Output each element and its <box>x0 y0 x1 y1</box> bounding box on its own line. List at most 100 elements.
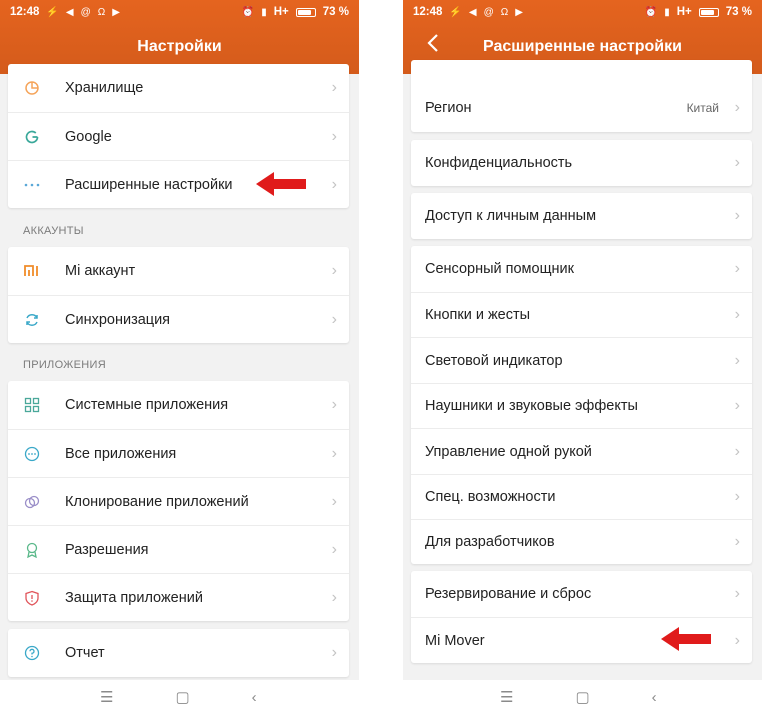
list-item-accessibility[interactable]: Спец. возможности › <box>411 474 752 519</box>
list-item-touch-assistant[interactable]: Сенсорный помощник › <box>411 246 752 292</box>
list-item-label: Световой индикатор <box>425 352 563 369</box>
list-item-label: Отчет <box>65 645 105 661</box>
chevron-right-icon: › <box>331 444 337 462</box>
chevron-right-icon: › <box>734 154 740 171</box>
settings-group-report: Отчет › <box>8 629 349 677</box>
mail-icon: @ <box>483 6 494 18</box>
back-icon[interactable]: ‹ <box>252 689 257 706</box>
list-item-label: Регион <box>425 100 472 116</box>
alarm-icon: ⏰ <box>644 6 658 18</box>
list-item-report[interactable]: Отчет › <box>8 629 349 677</box>
page-title: Расширенные настройки <box>483 38 682 55</box>
red-arrow-annotation <box>256 172 306 196</box>
alarm-icon: ⏰ <box>241 6 255 18</box>
list-item-label: Расширенные настройки <box>65 176 233 193</box>
list-item-one-handed[interactable]: Управление одной рукой › <box>411 428 752 474</box>
settings-group-apps: Системные приложения › Все приложения › … <box>8 381 349 621</box>
red-arrow-annotation <box>661 627 711 651</box>
list-item-label: Конфиденциальность <box>425 155 573 171</box>
signal-icon: ▮ <box>664 6 670 18</box>
dots-icon <box>22 175 42 195</box>
list-item-personal-data[interactable]: Доступ к личным данным › <box>411 193 752 239</box>
clone-icon <box>22 492 42 512</box>
chevron-right-icon: › <box>734 207 740 224</box>
list-item-label: Для разработчиков <box>425 534 555 550</box>
list-item-label: Разрешения <box>65 541 149 558</box>
list-item-label: Защита приложений <box>65 589 203 606</box>
system-nav-bar: ☰ ▢ ‹ <box>100 682 257 712</box>
list-item-backup-reset[interactable]: Резервирование и сброс › <box>411 571 752 617</box>
list-item-buttons-gestures[interactable]: Кнопки и жесты › <box>411 292 752 337</box>
list-item-storage[interactable]: Хранилище › <box>8 64 349 112</box>
back-icon[interactable]: ‹ <box>652 689 657 706</box>
chevron-right-icon: › <box>734 533 740 550</box>
signal-icon: ▮ <box>261 6 267 18</box>
network-type: H+ <box>273 6 289 18</box>
list-item-label: Все приложения <box>65 445 177 462</box>
chevron-right-icon: › <box>331 310 337 328</box>
play-icon: ▶ <box>515 6 523 18</box>
list-item-label: Синхронизация <box>65 311 171 328</box>
battery-percent: 73 % <box>322 6 349 18</box>
region-value: Китай <box>686 101 719 115</box>
settings-screen: 12:48 ⚡ ◀ @ Ω ▶ ⏰ ▮ H+ 73 % Настройки Хр… <box>0 0 359 680</box>
system-nav-bar: ☰ ▢ ‹ <box>500 682 657 712</box>
list-item-privacy[interactable]: Конфиденциальность › <box>411 140 752 186</box>
status-bar: 12:48 ⚡ ◀ @ Ω ▶ ⏰ ▮ H+ 73 % <box>403 0 762 24</box>
list-item-all-apps[interactable]: Все приложения › <box>8 429 349 477</box>
settings-group-privacy: Конфиденциальность › <box>411 140 752 186</box>
chevron-right-icon: › <box>331 588 337 606</box>
network-type: H+ <box>676 6 692 18</box>
list-item-label: Хранилище <box>65 80 144 96</box>
list-item-region[interactable]: Регион Китай › <box>411 84 752 132</box>
mail-icon: @ <box>80 6 91 18</box>
chevron-right-icon: › <box>734 631 740 649</box>
list-item-label: Системные приложения <box>65 397 229 413</box>
chevron-right-icon: › <box>331 79 337 96</box>
list-item-notification-light[interactable]: Световой индикатор › <box>411 337 752 383</box>
chevron-right-icon: › <box>734 351 740 369</box>
badge-icon <box>22 540 42 560</box>
settings-group-accounts: Mi аккаунт › Синхронизация › <box>8 247 349 343</box>
list-item-label: Кнопки и жесты <box>425 307 531 323</box>
telegram-icon: ◀ <box>468 6 477 18</box>
headset-icon: Ω <box>97 6 106 18</box>
list-item-label: Доступ к личным данным <box>425 208 597 224</box>
shield-icon <box>22 588 42 608</box>
list-item-label: Сенсорный помощник <box>425 261 574 277</box>
section-header-apps: ПРИЛОЖЕНИЯ <box>23 359 106 371</box>
battery-icon <box>295 7 316 17</box>
battery-icon <box>698 7 719 17</box>
flash-icon: ⚡ <box>46 6 59 18</box>
telegram-icon: ◀ <box>65 6 74 18</box>
list-item-developer-options[interactable]: Для разработчиков › <box>411 519 752 564</box>
settings-group-personal-data: Доступ к личным данным › <box>411 193 752 239</box>
list-item-label: Наушники и звуковые эффекты <box>425 398 638 414</box>
list-item-label: Спец. возможности <box>425 489 556 505</box>
menu-icon[interactable]: ☰ <box>100 688 113 706</box>
list-item-headphones-audio[interactable]: Наушники и звуковые эффекты › <box>411 383 752 428</box>
list-item-label: Резервирование и сброс <box>425 586 592 602</box>
chevron-right-icon: › <box>734 99 740 116</box>
list-item-system-apps[interactable]: Системные приложения › <box>8 381 349 429</box>
home-icon[interactable]: ▢ <box>175 688 189 706</box>
list-item-app-protection[interactable]: Защита приложений › <box>8 573 349 621</box>
menu-icon[interactable]: ☰ <box>500 688 513 706</box>
list-item-mi-account[interactable]: Mi аккаунт › <box>8 247 349 295</box>
list-item-label: Mi Mover <box>425 632 485 649</box>
chevron-right-icon: › <box>331 127 337 145</box>
headset-icon: Ω <box>500 6 509 18</box>
chevron-right-icon: › <box>331 492 337 510</box>
list-item-sync[interactable]: Синхронизация › <box>8 295 349 343</box>
sync-icon <box>22 310 42 330</box>
chevron-right-icon: › <box>734 397 740 414</box>
list-item-label: Google <box>65 128 112 145</box>
mi-logo-icon <box>22 261 42 281</box>
page-title: Настройки <box>137 38 222 55</box>
chevron-right-icon: › <box>331 540 337 558</box>
list-item-permissions[interactable]: Разрешения › <box>8 525 349 573</box>
home-icon[interactable]: ▢ <box>575 688 589 706</box>
list-item-label: Клонирование приложений <box>65 493 249 510</box>
list-item-clone-apps[interactable]: Клонирование приложений › <box>8 477 349 525</box>
list-item-google[interactable]: Google › <box>8 112 349 160</box>
